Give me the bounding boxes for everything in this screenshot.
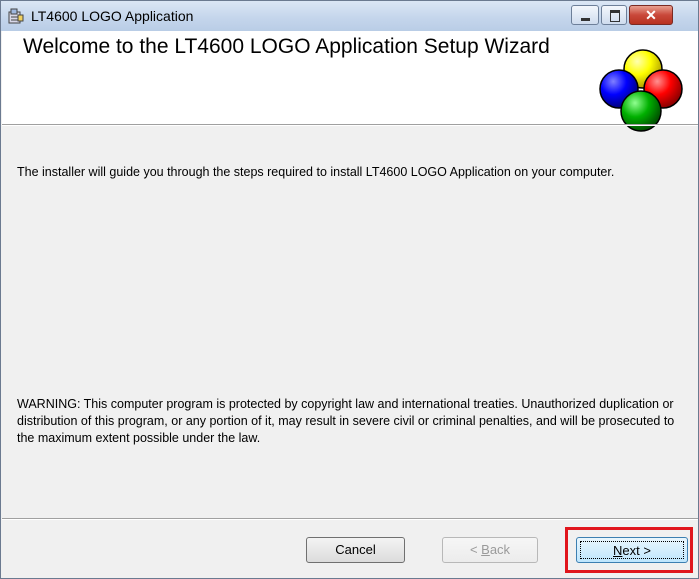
minimize-button[interactable] (571, 5, 599, 25)
copyright-warning-text: WARNING: This computer program is protec… (17, 397, 675, 445)
maximize-icon (610, 10, 620, 22)
next-button-highlight-box (565, 527, 693, 573)
back-button[interactable]: < Back (442, 537, 538, 563)
wizard-heading: Welcome to the LT4600 LOGO Application S… (23, 35, 550, 58)
cancel-button[interactable]: Cancel (306, 537, 405, 563)
window-title: LT4600 LOGO Application (31, 8, 194, 24)
minimize-icon (581, 18, 590, 21)
close-button[interactable]: ✕ (629, 5, 673, 25)
setup-wizard-window: LT4600 LOGO Application ✕ Welcome to the… (0, 0, 699, 579)
intro-text: The installer will guide you through the… (17, 165, 615, 179)
installer-icon (8, 8, 24, 24)
back-mnemonic: B (481, 542, 490, 557)
footer-divider-highlight (2, 519, 698, 520)
maximize-button[interactable] (601, 5, 627, 25)
banner-divider-highlight (2, 125, 698, 126)
back-label-rest: ack (489, 542, 511, 557)
title-bar[interactable]: LT4600 LOGO Application ✕ (1, 1, 698, 31)
back-prefix: < (469, 542, 482, 557)
close-icon: ✕ (645, 7, 657, 23)
